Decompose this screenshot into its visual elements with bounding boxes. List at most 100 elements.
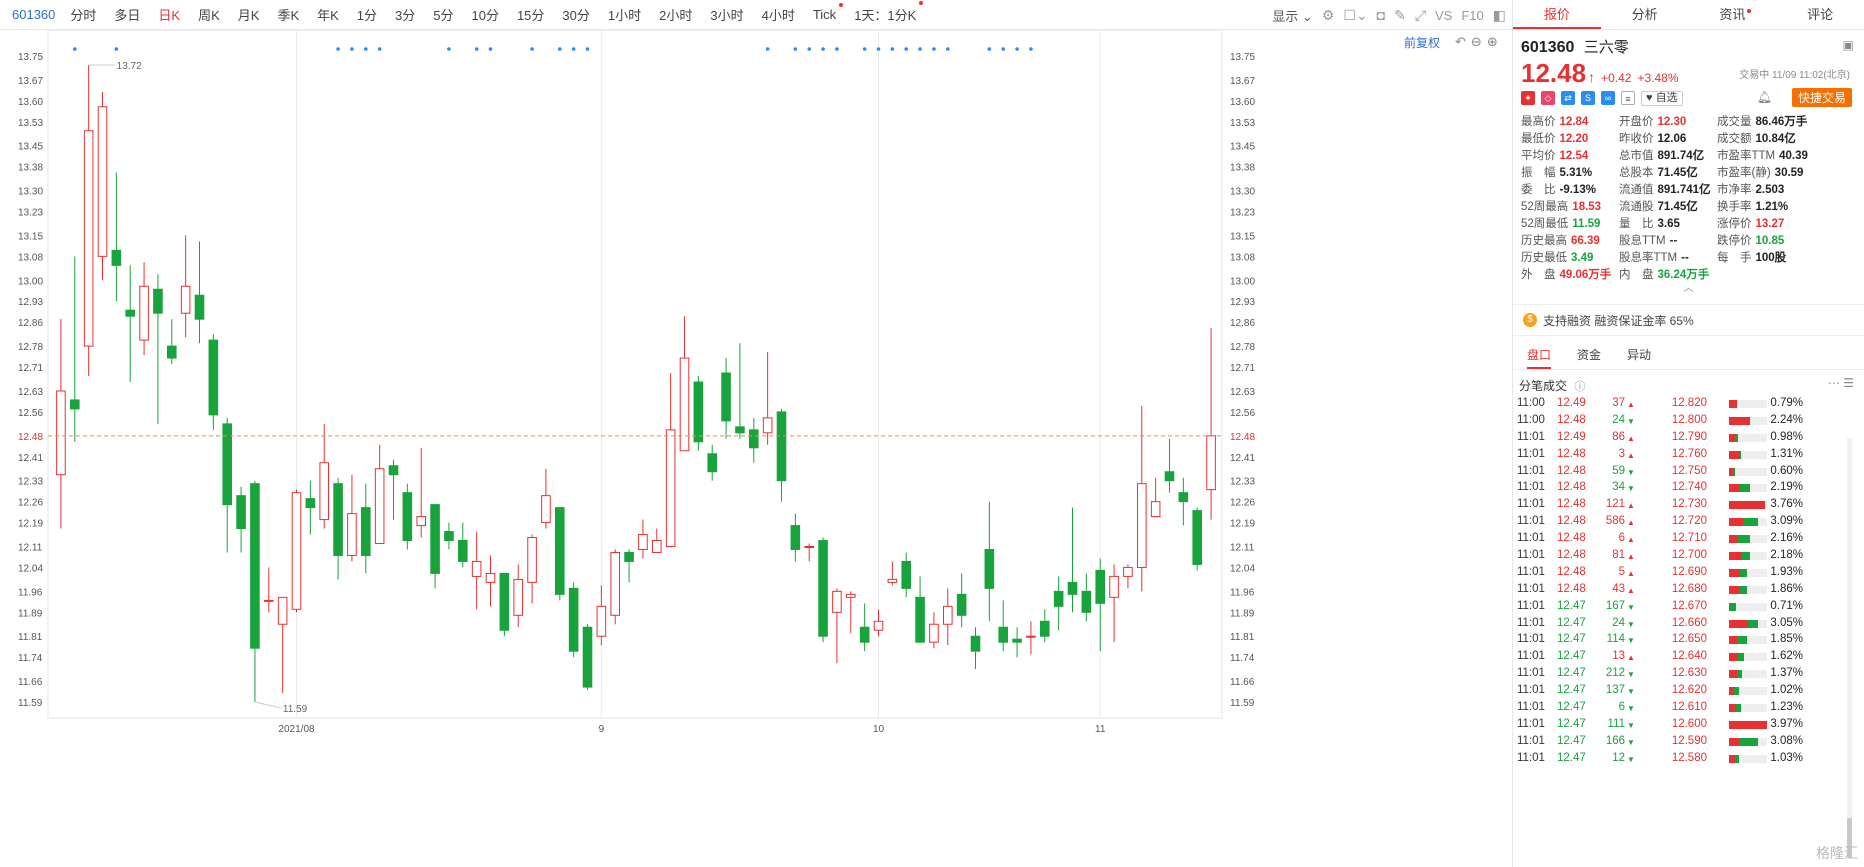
stat-value: 12.20 bbox=[1559, 133, 1589, 145]
sub-tab[interactable]: 资金 bbox=[1577, 346, 1601, 369]
ratio-sell-fill bbox=[1737, 636, 1747, 645]
ratio-buy-fill bbox=[1729, 484, 1741, 493]
event-dot-icon bbox=[585, 47, 590, 51]
candle-body bbox=[1192, 510, 1203, 565]
more-icon[interactable]: ⋯ ☰ bbox=[1828, 376, 1854, 390]
y-tick-label-right: 12.63 bbox=[1230, 387, 1255, 398]
camera-icon[interactable]: ◘ bbox=[1377, 7, 1385, 23]
period-tab[interactable]: 月K bbox=[229, 5, 269, 24]
period-tab[interactable]: 年K bbox=[308, 5, 348, 24]
candle-body bbox=[804, 546, 815, 548]
sub-tab[interactable]: 异动 bbox=[1627, 346, 1651, 369]
ratio-buy-fill bbox=[1729, 653, 1738, 662]
pen-icon[interactable]: ✎ bbox=[1394, 7, 1406, 24]
tick-pct: 1.37% bbox=[1770, 667, 1803, 680]
checkbox-icon[interactable]: ☐⌄ bbox=[1343, 7, 1367, 24]
period-tab[interactable]: 3分 bbox=[386, 5, 424, 24]
adjust-button[interactable]: 前复权 bbox=[1404, 34, 1440, 51]
tick-time: 11:01 bbox=[1517, 447, 1545, 460]
tick-list[interactable]: 11:00 12.49 37 ▲ 12.820 0.79% 11:00 12.48 24 ▼ 12.… bbox=[1513, 396, 1864, 768]
zoom-out-icon[interactable]: ⊖ bbox=[1471, 34, 1482, 50]
tick-row: 11:00 12.48 24 ▼ 12.800 2.24% bbox=[1513, 413, 1864, 430]
sub-tab[interactable]: 盘口 bbox=[1527, 346, 1552, 369]
candle-body bbox=[402, 492, 413, 542]
candle-body bbox=[721, 372, 731, 422]
tick-pct: 1.93% bbox=[1770, 565, 1803, 578]
gear-icon[interactable]: ⚙ bbox=[1322, 7, 1335, 24]
stat-row: 振 幅 5.31% 总股本 71.45亿 市盈率(静) 30.59 bbox=[1521, 165, 1864, 182]
stat-row: 52周最低 11.59 量 比 3.65 涨停价 13.27 bbox=[1521, 216, 1864, 233]
layout-icon[interactable]: ◧ bbox=[1493, 7, 1506, 24]
arrow-up-icon: ↑ bbox=[1588, 69, 1596, 85]
stock-name: 三六零 bbox=[1583, 39, 1629, 56]
candle-body bbox=[56, 390, 66, 476]
period-tab[interactable]: 5分 bbox=[424, 5, 462, 24]
info-icon[interactable]: ⓘ bbox=[1574, 381, 1585, 393]
candle bbox=[402, 483, 413, 550]
arrow-down-icon: ▼ bbox=[1627, 704, 1635, 714]
period-tab[interactable]: 4小时 bbox=[753, 5, 804, 24]
flag-icon[interactable]: ✦ bbox=[1521, 91, 1535, 105]
candle-body bbox=[818, 540, 828, 637]
f10-button[interactable]: F10 bbox=[1461, 8, 1483, 23]
tick-price: 12.48 bbox=[1557, 532, 1586, 545]
fullscreen-icon[interactable]: ⤢ bbox=[1415, 7, 1426, 24]
stat-label: 跌停价 bbox=[1717, 235, 1752, 247]
period-tab[interactable]: 2小时 bbox=[650, 5, 701, 24]
tag-icon[interactable]: ◇ bbox=[1541, 91, 1555, 105]
doc-icon[interactable]: ≡ bbox=[1621, 91, 1635, 105]
period-tab[interactable]: 10分 bbox=[462, 5, 507, 24]
period-tab[interactable]: 周K bbox=[189, 5, 229, 24]
period-tab[interactable]: 3小时 bbox=[701, 5, 752, 24]
period-tab[interactable]: 日K bbox=[149, 5, 189, 24]
favorite-button[interactable]: ♥ 自选 bbox=[1641, 90, 1683, 106]
collapse-icon[interactable]: ▣ bbox=[1843, 38, 1854, 52]
collapse-caret-icon[interactable]: ︿ bbox=[1513, 284, 1864, 294]
kline-chart-area[interactable]: 13.75 13.75 13.67 13.67 13.60 13.60 13.53 13.53… bbox=[0, 30, 1512, 867]
quick-trade-button[interactable]: 快捷交易 bbox=[1791, 88, 1852, 107]
period-tab[interactable]: 1天：1分K bbox=[845, 1, 925, 24]
period-tab[interactable]: 1分 bbox=[348, 5, 386, 24]
tick-level-price: 12.650 bbox=[1671, 633, 1707, 646]
display-dropdown[interactable]: 显示 ⌄ bbox=[1272, 6, 1313, 25]
y-tick-label-right: 13.53 bbox=[1230, 118, 1255, 129]
candle-body bbox=[457, 540, 468, 562]
period-tab[interactable]: 30分 bbox=[553, 5, 598, 24]
undo-icon[interactable]: ↶ bbox=[1455, 34, 1466, 50]
watermark: 格隆汇 bbox=[1816, 845, 1858, 861]
candle-body bbox=[1067, 581, 1078, 595]
panel-tab[interactable]: 分析 bbox=[1601, 0, 1689, 29]
stat-label: 内 盘 bbox=[1619, 269, 1654, 281]
period-tab[interactable]: 1小时 bbox=[599, 5, 650, 24]
bell-icon[interactable]: 🔔︎ bbox=[1757, 90, 1772, 104]
shuffle-icon[interactable]: ⇄ bbox=[1561, 91, 1575, 105]
stat-cell: 开盘价 12.30 bbox=[1619, 114, 1717, 131]
period-tab[interactable]: Tick bbox=[804, 3, 845, 22]
stock-code-link[interactable]: 601360 bbox=[0, 7, 61, 22]
ratio-buy-fill bbox=[1729, 704, 1736, 713]
zoom-in-icon[interactable]: ⊕ bbox=[1487, 34, 1498, 50]
stat-cell: 股息率TTM -- bbox=[1619, 250, 1717, 267]
panel-tab[interactable]: 资讯 bbox=[1689, 0, 1777, 29]
kline-chart[interactable]: 13.75 13.75 13.67 13.67 13.60 13.60 13.53 13.53… bbox=[0, 30, 1272, 867]
stat-label: 历史最高 bbox=[1521, 235, 1567, 247]
vs-button[interactable]: VS bbox=[1435, 8, 1452, 23]
tick-scrollbar[interactable] bbox=[1847, 438, 1852, 858]
panel-tab[interactable]: 评论 bbox=[1776, 0, 1864, 29]
ratio-sell-fill bbox=[1734, 433, 1739, 442]
panel-tab[interactable]: 报价 bbox=[1513, 0, 1601, 29]
tick-level-price: 12.610 bbox=[1671, 701, 1707, 714]
link-icon[interactable]: ∞ bbox=[1601, 91, 1615, 105]
period-tab[interactable]: 多日 bbox=[105, 5, 149, 24]
ratio-sell-fill bbox=[1735, 704, 1741, 713]
s-icon[interactable]: S bbox=[1581, 91, 1595, 105]
tick-level-price: 12.700 bbox=[1671, 549, 1707, 562]
stat-cell: 平均价 12.54 bbox=[1521, 148, 1619, 165]
candle-body bbox=[832, 590, 842, 613]
period-tab[interactable]: 15分 bbox=[508, 5, 553, 24]
margin-text: 支持融资 融资保证金率 65% bbox=[1543, 313, 1694, 328]
panel-tab-label: 报价 bbox=[1543, 7, 1570, 22]
ratio-sell-fill bbox=[1737, 653, 1745, 662]
period-tab[interactable]: 分时 bbox=[61, 5, 105, 24]
period-tab[interactable]: 季K bbox=[268, 5, 308, 24]
